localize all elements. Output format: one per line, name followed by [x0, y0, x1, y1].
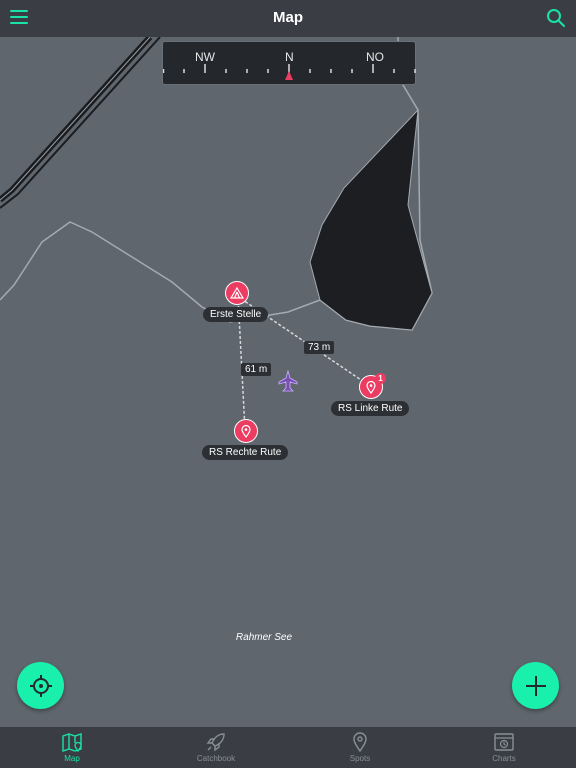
page-title: Map — [273, 9, 303, 26]
lake-name-label: Rahmer See — [235, 632, 293, 643]
spot-badge-count: 1 — [375, 373, 386, 384]
map-icon — [62, 733, 82, 753]
crosshair-icon — [29, 674, 52, 697]
add-spot-button[interactable] — [512, 662, 559, 709]
spot-pin-rechte-rute[interactable] — [234, 419, 258, 443]
spot-label-erste-stelle[interactable]: Erste Stelle — [203, 307, 269, 322]
pin-icon — [366, 380, 376, 394]
compass-ticks — [163, 64, 416, 80]
tab-label: Spots — [349, 754, 371, 763]
top-bar: Map — [0, 0, 576, 37]
bottom-tab-bar: Map Catchbook Spots Charts — [0, 727, 576, 768]
tab-label: Map — [64, 754, 80, 763]
distance-label: 61 m — [241, 363, 272, 376]
compass-strip: NW N NO — [162, 41, 416, 85]
spot-label-rechte-rute[interactable]: RS Rechte Rute — [202, 445, 289, 460]
tab-catchbook[interactable]: Catchbook — [144, 727, 288, 768]
tab-label: Catchbook — [196, 754, 236, 763]
pin-icon — [241, 424, 251, 438]
tab-map[interactable]: Map — [0, 727, 144, 768]
charts-icon — [494, 733, 514, 751]
spot-pin-erste-stelle[interactable] — [225, 281, 249, 305]
map-view[interactable]: Erste Stelle 1 RS Linke Rute RS Rechte R… — [0, 37, 576, 727]
tab-label: Charts — [492, 754, 516, 763]
rocket-icon — [206, 733, 225, 752]
tab-spots[interactable]: Spots — [288, 727, 432, 768]
tent-icon — [230, 287, 244, 299]
compass-label-no: NO — [366, 50, 384, 64]
compass-label-n: N — [285, 50, 294, 64]
spot-label-linke-rute[interactable]: RS Linke Rute — [331, 401, 410, 416]
plus-icon — [525, 675, 546, 696]
pin-icon — [353, 732, 367, 753]
tab-charts[interactable]: Charts — [432, 727, 576, 768]
search-icon[interactable] — [546, 8, 566, 28]
distance-label: 73 m — [304, 341, 335, 354]
position-marker-icon — [278, 370, 298, 392]
compass-label-nw: NW — [195, 50, 215, 64]
locate-button[interactable] — [17, 662, 64, 709]
